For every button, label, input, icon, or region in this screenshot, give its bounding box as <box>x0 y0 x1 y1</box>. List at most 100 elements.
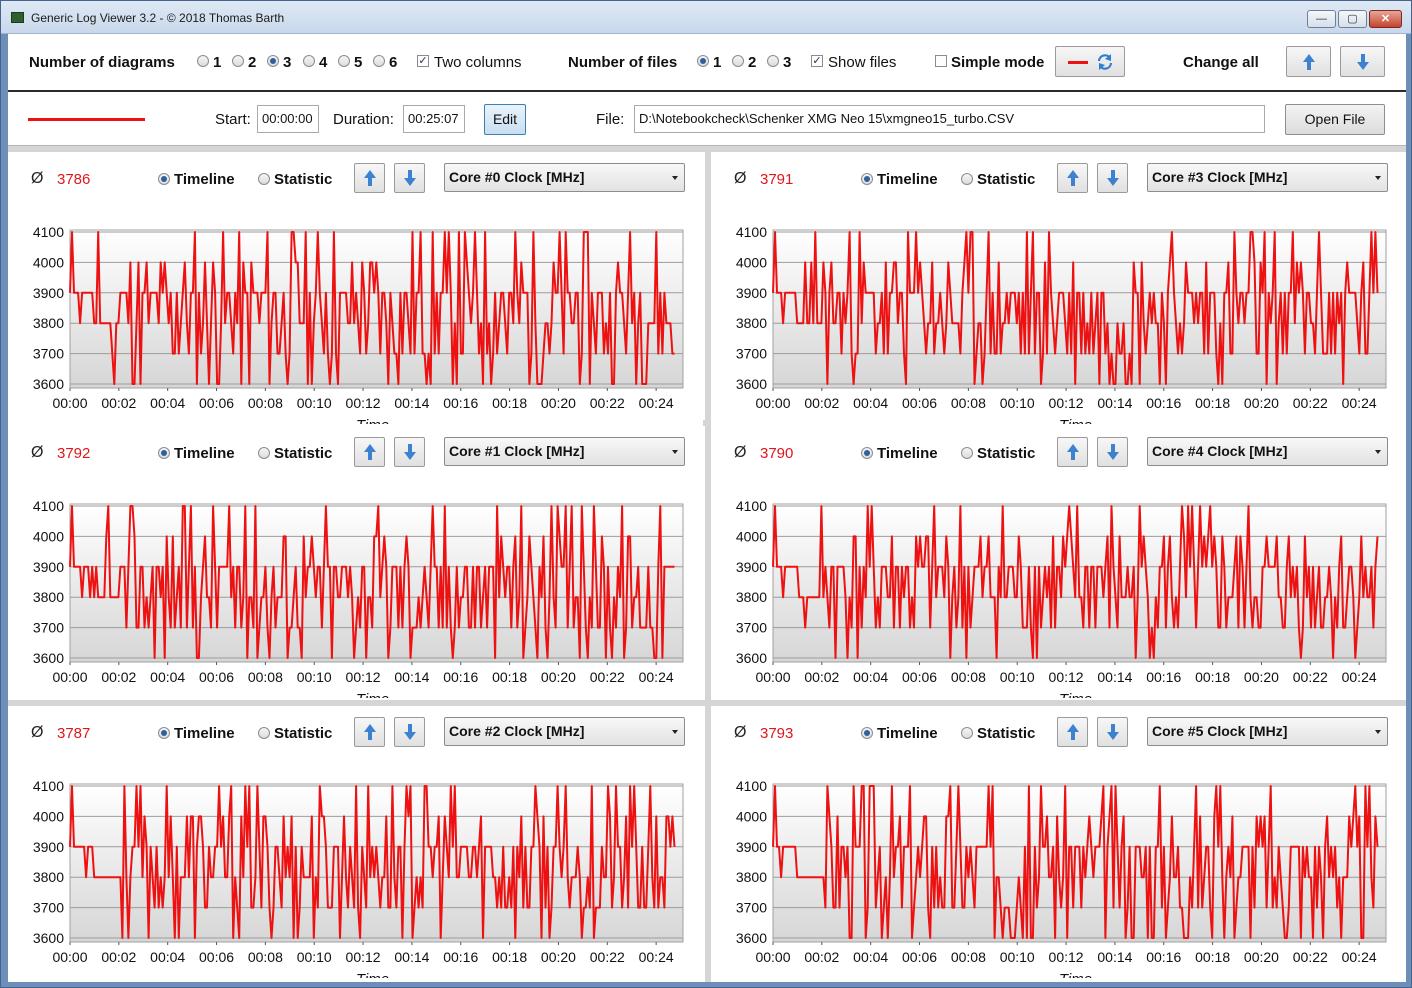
chevron-down-icon <box>1375 176 1381 180</box>
files-radio-2[interactable] <box>732 55 744 67</box>
x-tick-label: 00:02 <box>804 395 839 411</box>
timeline-radio[interactable] <box>158 173 170 185</box>
show-files-checkbox[interactable]: ✓ <box>811 55 823 67</box>
diagrams-radio-4-label: 4 <box>319 54 328 71</box>
x-tick-label: 00:10 <box>297 669 332 685</box>
main-toolbar: Number of diagrams 1 2 3 4 5 6 ✓ Two col… <box>8 34 1406 92</box>
diagrams-radio-3[interactable] <box>267 55 279 67</box>
arrow-down-icon <box>1106 444 1119 460</box>
y-tick-label: 3700 <box>33 900 64 916</box>
close-button[interactable]: ✕ <box>1369 10 1402 28</box>
x-tick-label: 00:24 <box>1342 949 1377 965</box>
x-tick-label: 00:12 <box>1049 669 1084 685</box>
line-chart: 3600 3700 3800 3900 4000 4100 00:00 00:02 00:04 0… <box>736 224 1387 424</box>
move-up-button[interactable] <box>1057 437 1088 467</box>
move-up-button[interactable] <box>354 717 385 747</box>
statistic-radio[interactable] <box>258 727 270 739</box>
line-chart: 3600 3700 3800 3900 4000 4100 00:00 00:02 00:04 0… <box>33 778 684 978</box>
y-tick-label: 4100 <box>736 778 767 794</box>
y-tick-label: 3700 <box>33 346 64 362</box>
sensor-select[interactable]: Core #0 Clock [MHz] <box>444 163 685 192</box>
open-file-button[interactable]: Open File <box>1285 104 1385 135</box>
x-tick-label: 00:14 <box>1097 949 1132 965</box>
move-down-button[interactable] <box>1097 163 1128 193</box>
diagrams-radio-6[interactable] <box>373 55 385 67</box>
move-up-button[interactable] <box>354 437 385 467</box>
sensor-select[interactable]: Core #1 Clock [MHz] <box>444 437 685 466</box>
average-symbol: Ø <box>31 724 44 741</box>
move-down-button[interactable] <box>1097 437 1128 467</box>
x-tick-label: 00:18 <box>492 669 527 685</box>
y-tick-label: 3700 <box>736 346 767 362</box>
diagrams-radio-1[interactable] <box>197 55 209 67</box>
file-path-field[interactable]: D:\Notebookcheck\Schenker XMG Neo 15\xmg… <box>634 105 1265 133</box>
move-down-all-button[interactable] <box>1340 46 1385 77</box>
timeline-radio[interactable] <box>861 447 873 459</box>
timeline-radio[interactable] <box>158 447 170 459</box>
color-swap-button[interactable] <box>1055 46 1125 77</box>
statistic-radio[interactable] <box>961 447 973 459</box>
duration-field[interactable]: 00:25:07 <box>403 105 465 133</box>
statistic-radio[interactable] <box>258 447 270 459</box>
move-up-button[interactable] <box>1057 717 1088 747</box>
line-chart: 3600 3700 3800 3900 4000 4100 00:00 00:02 00:04 0… <box>736 498 1387 698</box>
files-radio-3[interactable] <box>767 55 779 67</box>
x-tick-label: 00:20 <box>541 395 576 411</box>
statistic-radio[interactable] <box>258 173 270 185</box>
diagrams-radio-2-label: 2 <box>248 54 257 71</box>
sensor-select-value: Core #4 Clock [MHz] <box>1152 443 1288 459</box>
files-radio-2-label: 2 <box>748 54 757 71</box>
sensor-select[interactable]: Core #2 Clock [MHz] <box>444 717 685 746</box>
sensor-select[interactable]: Core #3 Clock [MHz] <box>1147 163 1388 192</box>
diagrams-radio-5-label: 5 <box>354 54 363 71</box>
y-tick-label: 3600 <box>736 930 767 946</box>
move-down-button[interactable] <box>394 717 425 747</box>
files-radio-1[interactable] <box>697 55 709 67</box>
x-tick-label: 00:02 <box>804 949 839 965</box>
duration-label: Duration: <box>333 111 394 128</box>
y-tick-label: 4000 <box>736 254 767 270</box>
app-window: Generic Log Viewer 3.2 - © 2018 Thomas B… <box>0 0 1412 988</box>
x-tick-label: 00:24 <box>639 395 674 411</box>
edit-button[interactable]: Edit <box>484 104 526 135</box>
move-down-button[interactable] <box>394 163 425 193</box>
two-columns-checkbox[interactable]: ✓ <box>417 55 429 67</box>
arrow-down-icon <box>1356 53 1369 70</box>
timeline-label: Timeline <box>877 445 938 462</box>
minimize-button[interactable]: — <box>1307 10 1336 28</box>
average-value: 3792 <box>57 445 91 462</box>
x-tick-label: 00:00 <box>755 395 790 411</box>
timeline-radio[interactable] <box>861 727 873 739</box>
file-line-color[interactable] <box>28 118 145 121</box>
x-tick-label: 00:02 <box>101 669 136 685</box>
y-tick-label: 4000 <box>736 808 767 824</box>
y-tick-label: 4000 <box>33 528 64 544</box>
move-up-button[interactable] <box>354 163 385 193</box>
move-down-button[interactable] <box>1097 717 1128 747</box>
simple-mode-checkbox[interactable] <box>935 55 947 67</box>
diagrams-radio-4[interactable] <box>303 55 315 67</box>
move-up-all-button[interactable] <box>1286 46 1331 77</box>
timeline-label: Timeline <box>877 725 938 742</box>
sensor-select[interactable]: Core #5 Clock [MHz] <box>1147 717 1388 746</box>
statistic-radio[interactable] <box>961 727 973 739</box>
move-up-button[interactable] <box>1057 163 1088 193</box>
maximize-button[interactable]: ▢ <box>1338 10 1367 28</box>
move-down-button[interactable] <box>394 437 425 467</box>
statistic-radio[interactable] <box>961 173 973 185</box>
x-tick-label: 00:06 <box>902 395 937 411</box>
diagrams-radio-2[interactable] <box>232 55 244 67</box>
chevron-down-icon <box>672 730 678 734</box>
timeline-label: Timeline <box>877 171 938 188</box>
x-tick-label: 00:14 <box>1097 669 1132 685</box>
timeline-radio[interactable] <box>158 727 170 739</box>
timeline-radio[interactable] <box>861 173 873 185</box>
sensor-select[interactable]: Core #4 Clock [MHz] <box>1147 437 1388 466</box>
x-tick-label: 00:20 <box>1244 395 1279 411</box>
average-value: 3787 <box>57 725 91 742</box>
x-tick-label: 00:22 <box>1293 949 1328 965</box>
line-chart: 3600 3700 3800 3900 4000 4100 00:00 00:02 00:04 0… <box>736 778 1387 978</box>
diagrams-radio-5[interactable] <box>338 55 350 67</box>
y-tick-label: 4100 <box>33 778 64 794</box>
start-field[interactable]: 00:00:00 <box>257 105 319 133</box>
